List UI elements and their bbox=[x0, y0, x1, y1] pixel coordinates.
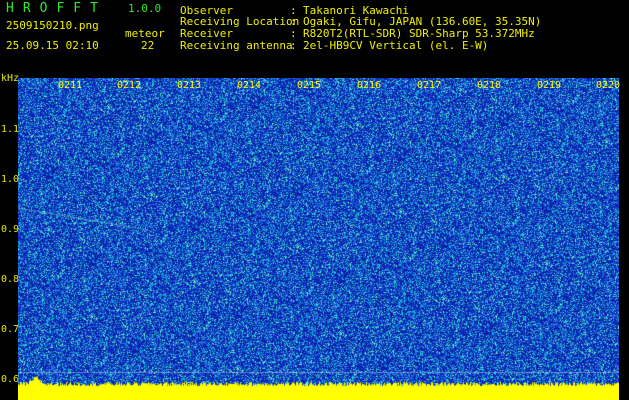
spectrogram bbox=[18, 78, 619, 400]
time-label: 0214 bbox=[237, 80, 262, 91]
info-label-antenna: Receiving antenna bbox=[180, 39, 293, 52]
time-label: 0219 bbox=[537, 80, 562, 91]
time-label: 0212 bbox=[117, 80, 142, 91]
app-title: HROFFT bbox=[6, 1, 107, 16]
time-label: 0217 bbox=[417, 80, 442, 91]
y-tick-label: 0.7 bbox=[1, 324, 20, 335]
info-separator: : bbox=[290, 27, 297, 40]
info-separator: : bbox=[290, 39, 297, 52]
info-label-receiver: Receiver bbox=[180, 27, 233, 40]
time-label: 0218 bbox=[477, 80, 502, 91]
time-label: 0213 bbox=[177, 80, 202, 91]
app-version: 1.0.0 bbox=[128, 2, 162, 15]
info-value-antenna: 2el-HB9CV Vertical (el. E-W) bbox=[303, 39, 489, 52]
info-value-receiver: R820T2(RTL-SDR) SDR-Sharp 53.372MHz bbox=[303, 27, 535, 40]
y-tick-label: 0.9 bbox=[1, 224, 20, 235]
time-label: 0211 bbox=[58, 80, 83, 91]
y-tick-label: 1.0 bbox=[1, 174, 20, 185]
time-label: 0220 bbox=[596, 80, 621, 91]
y-tick-label: 0.6 bbox=[1, 374, 20, 385]
meteor-count: 22 bbox=[141, 39, 155, 52]
y-tick-label: 0.8 bbox=[1, 274, 20, 285]
y-tick-label: 1.1 bbox=[1, 124, 20, 135]
frequency-unit-label: kHz bbox=[1, 73, 20, 84]
info-value-location: Ogaki, Gifu, JAPAN (136.60E, 35.35N) bbox=[303, 15, 542, 28]
info-separator: : bbox=[290, 15, 297, 28]
file-name: 2509150210.png bbox=[6, 19, 99, 32]
info-label-location: Receiving Location bbox=[180, 15, 300, 28]
time-label: 0215 bbox=[297, 80, 322, 91]
meteor-label: meteor bbox=[125, 27, 165, 40]
time-label: 0216 bbox=[357, 80, 382, 91]
date-time: 25.09.15 02:10 bbox=[6, 39, 99, 52]
